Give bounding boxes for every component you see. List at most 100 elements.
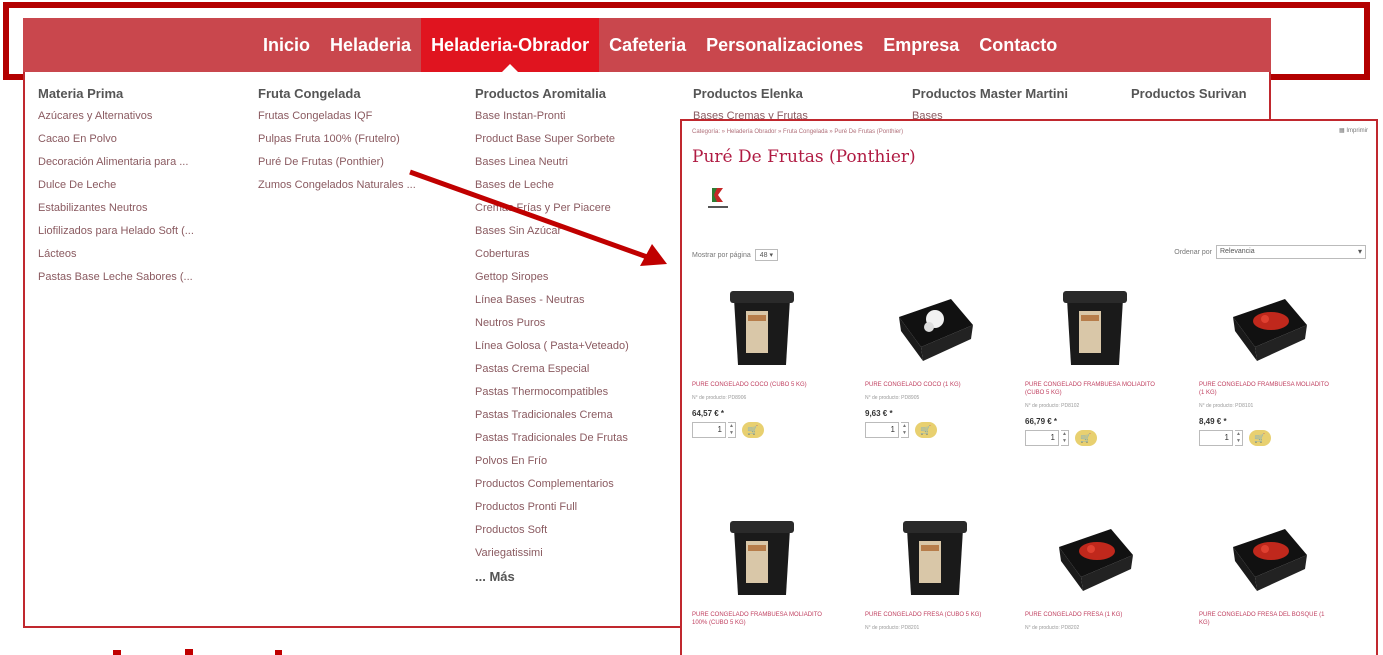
product-name[interactable]: PURE CONGELADO FRAMBUESA MOLIADITO (1 KG… <box>1199 381 1329 397</box>
product-name[interactable]: PURE CONGELADO FRAMBUESA MOLIADITO 100% … <box>692 611 822 627</box>
menu-link[interactable]: Línea Bases - Neutras <box>475 293 629 308</box>
nav-item-personalizaciones[interactable]: Personalizaciones <box>696 18 873 72</box>
quantity-stepper[interactable]: ▲ ▼ <box>901 422 909 438</box>
product-image[interactable] <box>712 281 812 371</box>
product-name[interactable]: PURE CONGELADO COCO (CUBO 5 KG) <box>692 381 822 389</box>
quantity-input[interactable]: 1 <box>692 422 726 438</box>
product-card[interactable]: PURE CONGELADO COCO (1 KG) N° de producto… <box>865 281 1015 438</box>
menu-link[interactable]: Puré De Frutas (Ponthier) <box>258 155 416 170</box>
menu-column-title[interactable]: Materia Prima <box>38 86 194 101</box>
menu-column: Fruta Congelada Frutas Congeladas IQF Pulp… <box>258 86 416 193</box>
sort-select[interactable]: Relevancia <box>1216 245 1366 259</box>
nav-item-empresa[interactable]: Empresa <box>873 18 969 72</box>
quantity-stepper[interactable]: ▲ ▼ <box>1235 430 1243 446</box>
menu-link[interactable]: Coberturas <box>475 247 629 262</box>
cart-icon: 🛒 <box>920 425 932 435</box>
menu-link[interactable]: Productos Pronti Full <box>475 500 629 515</box>
menu-link[interactable]: Pastas Tradicionales De Frutas <box>475 431 629 446</box>
menu-link[interactable]: Pastas Base Leche Sabores (... <box>38 270 194 285</box>
product-card[interactable]: PURE CONGELADO FRESA (1 KG) N° de product… <box>1025 511 1175 631</box>
sort-control: Ordenar por Relevancia <box>1174 245 1366 259</box>
menu-link[interactable]: Variegatissimi <box>475 546 629 561</box>
product-name[interactable]: PURE CONGELADO FRESA (CUBO 5 KG) <box>865 611 995 619</box>
nav-items: Inicio Heladeria Heladeria-Obrador Cafeteri… <box>253 18 1067 73</box>
product-card[interactable]: PURE CONGELADO FRAMBUESA MOLIADITO (CUBO… <box>1025 281 1175 446</box>
nav-item-inicio[interactable]: Inicio <box>253 18 320 72</box>
print-label: Imprimir <box>1346 128 1368 134</box>
add-to-cart-button[interactable]: 🛒 <box>742 422 764 438</box>
print-link[interactable]: ▦ Imprimir <box>1339 127 1368 134</box>
add-to-cart-row: 1 ▲ ▼ 🛒 <box>1025 430 1175 446</box>
menu-link[interactable]: Neutros Puros <box>475 316 629 331</box>
menu-link[interactable]: Bases de Leche <box>475 178 629 193</box>
add-to-cart-row: 1 ▲ ▼ 🛒 <box>692 422 842 438</box>
product-card[interactable]: PURE CONGELADO FRESA (CUBO 5 KG) N° de pr… <box>865 511 1015 631</box>
product-image[interactable] <box>1219 281 1319 371</box>
menu-link[interactable]: Frutas Congeladas IQF <box>258 109 416 124</box>
quantity-input[interactable]: 1 <box>1025 430 1059 446</box>
menu-link[interactable]: Zumos Congelados Naturales ... <box>258 178 416 193</box>
add-to-cart-button[interactable]: 🛒 <box>915 422 937 438</box>
quantity-stepper[interactable]: ▲ ▼ <box>1061 430 1069 446</box>
menu-link[interactable]: Cacao En Polvo <box>38 132 194 147</box>
product-image[interactable] <box>885 511 985 601</box>
nav-item-heladeria[interactable]: Heladeria <box>320 18 421 72</box>
menu-link[interactable]: Liofilizados para Helado Soft (... <box>38 224 194 239</box>
menu-link[interactable]: Bases Sin Azúcar <box>475 224 629 239</box>
menu-column-title[interactable]: Productos Aromitalia <box>475 86 629 101</box>
menu-link[interactable]: Pulpas Fruta 100% (Frutelro) <box>258 132 416 147</box>
menu-column-title[interactable]: Productos Elenka <box>693 86 808 101</box>
quantity-input[interactable]: 1 <box>865 422 899 438</box>
menu-link[interactable]: Base Instan-Pronti <box>475 109 629 124</box>
menu-link[interactable]: Línea Golosa ( Pasta+Veteado) <box>475 339 629 354</box>
product-card[interactable]: PURE CONGELADO FRAMBUESA MOLIADITO (1 KG… <box>1199 281 1349 446</box>
product-image[interactable] <box>1045 511 1145 601</box>
menu-link[interactable]: Product Base Super Sorbete <box>475 132 629 147</box>
cart-icon: 🛒 <box>1080 433 1092 443</box>
menu-link[interactable]: Productos Soft <box>475 523 629 538</box>
product-name[interactable]: PURE CONGELADO FRESA (1 KG) <box>1025 611 1155 619</box>
product-price: 8,49 € * <box>1199 417 1227 426</box>
brand-logo <box>706 186 730 214</box>
quantity-input[interactable]: 1 <box>1199 430 1233 446</box>
product-name[interactable]: PURE CONGELADO COCO (1 KG) <box>865 381 995 389</box>
cart-icon: 🛒 <box>1254 433 1266 443</box>
menu-link[interactable]: Cremas Frías y Per Piacere <box>475 201 629 216</box>
menu-link[interactable]: Dulce De Leche <box>38 178 194 193</box>
product-image[interactable] <box>712 511 812 601</box>
product-image[interactable] <box>1219 511 1319 601</box>
add-to-cart-button[interactable]: 🛒 <box>1249 430 1271 446</box>
product-number: N° de producto: PD8906 <box>692 395 747 401</box>
product-image[interactable] <box>1045 281 1145 371</box>
quantity-stepper[interactable]: ▲ ▼ <box>728 422 736 438</box>
menu-link[interactable]: Bases Linea Neutri <box>475 155 629 170</box>
menu-link[interactable]: Pastas Thermocompatibles <box>475 385 629 400</box>
product-name[interactable]: PURE CONGELADO FRAMBUESA MOLIADITO (CUBO… <box>1025 381 1155 397</box>
add-to-cart-button[interactable]: 🛒 <box>1075 430 1097 446</box>
menu-link[interactable]: Polvos En Frío <box>475 454 629 469</box>
product-card[interactable]: PURE CONGELADO FRAMBUESA MOLIADITO 100% … <box>692 511 842 627</box>
menu-column-title[interactable]: Productos Master Martini <box>912 86 1068 101</box>
menu-link[interactable]: Pastas Tradicionales Crema <box>475 408 629 423</box>
nav-item-heladeria-obrador[interactable]: Heladeria-Obrador <box>421 18 600 73</box>
menu-link[interactable]: Productos Complementarios <box>475 477 629 492</box>
menu-column-title[interactable]: Fruta Congelada <box>258 86 416 101</box>
menu-more-link[interactable]: ... Más <box>475 569 629 584</box>
menu-link[interactable]: Lácteos <box>38 247 194 262</box>
menu-link[interactable]: Decoración Alimentaria para ... <box>38 155 194 170</box>
product-image[interactable] <box>885 281 985 371</box>
menu-column-title[interactable]: Productos Surivan <box>1131 86 1247 101</box>
per-page-select[interactable]: 48 ▾ <box>754 249 779 261</box>
menu-link[interactable]: Gettop Siropes <box>475 270 629 285</box>
menu-link[interactable]: Pastas Crema Especial <box>475 362 629 377</box>
nav-item-contacto[interactable]: Contacto <box>969 18 1067 72</box>
nav-item-cafeteria[interactable]: Cafeteria <box>599 18 696 72</box>
product-card[interactable]: PURE CONGELADO FRESA DEL BOSQUE (1 KG) <box>1199 511 1349 627</box>
product-name[interactable]: PURE CONGELADO FRESA DEL BOSQUE (1 KG) <box>1199 611 1329 627</box>
breadcrumb: Categoría: » Heladería Obrador » Fruta C… <box>692 129 904 135</box>
add-to-cart-row: 1 ▲ ▼ 🛒 <box>1199 430 1349 446</box>
menu-link[interactable]: Estabilizantes Neutros <box>38 201 194 216</box>
menu-link[interactable]: Azúcares y Alternativos <box>38 109 194 124</box>
product-card[interactable]: PURE CONGELADO COCO (CUBO 5 KG) N° de pro… <box>692 281 842 438</box>
menu-column: Productos Surivan <box>1131 86 1247 101</box>
